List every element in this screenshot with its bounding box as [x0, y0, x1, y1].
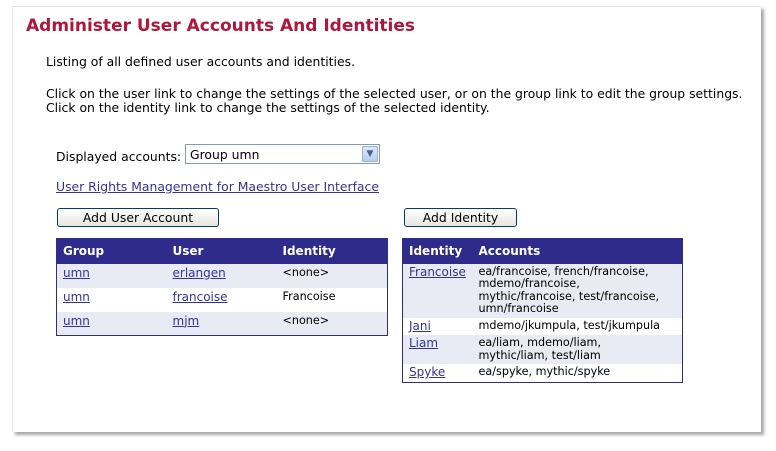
identity-value: <none> — [276, 311, 388, 336]
identity-value: Francoise — [276, 287, 388, 312]
add-user-account-button[interactable]: Add User Account — [57, 208, 219, 227]
identity-link[interactable]: Spyke — [409, 365, 445, 379]
admin-panel: Administer User Accounts And Identities … — [12, 6, 761, 432]
col-header-group: Group — [56, 238, 167, 264]
help-line-2: Click on the identity link to change the… — [46, 100, 490, 115]
user-cell: mjm — [166, 311, 277, 336]
user-cell: francoise — [166, 287, 277, 312]
table-row: Francoise ea/francoise, french/francoise… — [402, 263, 683, 318]
accounts-line: umn/francoise — [478, 302, 559, 315]
user-rights-link[interactable]: User Rights Management for Maestro User … — [56, 179, 379, 194]
identity-value: <none> — [276, 263, 388, 288]
users-table-header: Group User Identity — [56, 238, 388, 264]
table-row: Spyke ea/spyke, mythic/spyke — [402, 364, 683, 382]
group-link[interactable]: umn — [63, 314, 90, 328]
identity-link[interactable]: Francoise — [409, 265, 466, 279]
accounts-cell: ea/liam, mdemo/liam, mythic/liam, test/l… — [472, 335, 683, 364]
user-link[interactable]: erlangen — [173, 266, 226, 280]
intro-text: Listing of all defined user accounts and… — [46, 54, 356, 69]
accounts-cell: ea/francoise, french/francoise, mdemo/fr… — [472, 263, 683, 318]
group-cell: umn — [56, 287, 167, 312]
accounts-line: ea/spyke, mythic/spyke — [478, 365, 611, 378]
identity-cell: Jani — [402, 317, 473, 335]
group-link[interactable]: umn — [63, 266, 90, 280]
table-row: umn francoise Francoise — [56, 287, 388, 312]
accounts-cell: mdemo/jkumpula, test/jkumpula — [472, 317, 683, 335]
col-header-identity: Identity — [276, 238, 388, 264]
chevron-down-icon[interactable]: ▼ — [362, 146, 378, 162]
accounts-line: ea/liam, mdemo/liam, — [478, 336, 602, 349]
identity-link[interactable]: Jani — [409, 319, 431, 333]
add-identity-button[interactable]: Add Identity — [404, 208, 517, 227]
col-header-accounts: Accounts — [472, 238, 683, 264]
help-text: Click on the user link to change the set… — [46, 87, 742, 115]
group-cell: umn — [56, 263, 167, 288]
table-row: Jani mdemo/jkumpula, test/jkumpula — [402, 317, 683, 335]
displayed-accounts-value: Group umn — [190, 147, 260, 162]
user-link[interactable]: francoise — [173, 290, 228, 304]
table-row: umn erlangen <none> — [56, 263, 388, 288]
identity-cell: Liam — [402, 335, 473, 364]
identities-table-header: Identity Accounts — [402, 238, 683, 264]
identities-table: Identity Accounts Francoise ea/francoise… — [402, 238, 683, 383]
page-title: Administer User Accounts And Identities — [26, 16, 416, 36]
accounts-cell: ea/spyke, mythic/spyke — [472, 364, 683, 382]
col-header-user: User — [166, 238, 277, 264]
accounts-line: mythic/liam, test/liam — [478, 348, 601, 362]
accounts-line: mdemo/jkumpula, test/jkumpula — [478, 318, 661, 332]
displayed-accounts-label: Displayed accounts: — [56, 149, 182, 164]
displayed-accounts-select[interactable]: Group umn ▼ — [185, 144, 380, 164]
col-header-identity: Identity — [402, 238, 473, 264]
identity-cell: Francoise — [402, 263, 473, 318]
user-link[interactable]: mjm — [173, 314, 200, 328]
help-line-1: Click on the user link to change the set… — [46, 86, 743, 101]
user-cell: erlangen — [166, 263, 277, 288]
accounts-line: mdemo/francoise, — [478, 277, 580, 290]
identity-link[interactable]: Liam — [409, 336, 438, 350]
group-cell: umn — [56, 311, 167, 336]
table-row: umn mjm <none> — [56, 311, 388, 336]
identity-cell: Spyke — [402, 364, 473, 382]
table-row: Liam ea/liam, mdemo/liam, mythic/liam, t… — [402, 335, 683, 364]
users-table: Group User Identity umn erlangen <none> … — [56, 238, 388, 336]
group-link[interactable]: umn — [63, 290, 90, 304]
